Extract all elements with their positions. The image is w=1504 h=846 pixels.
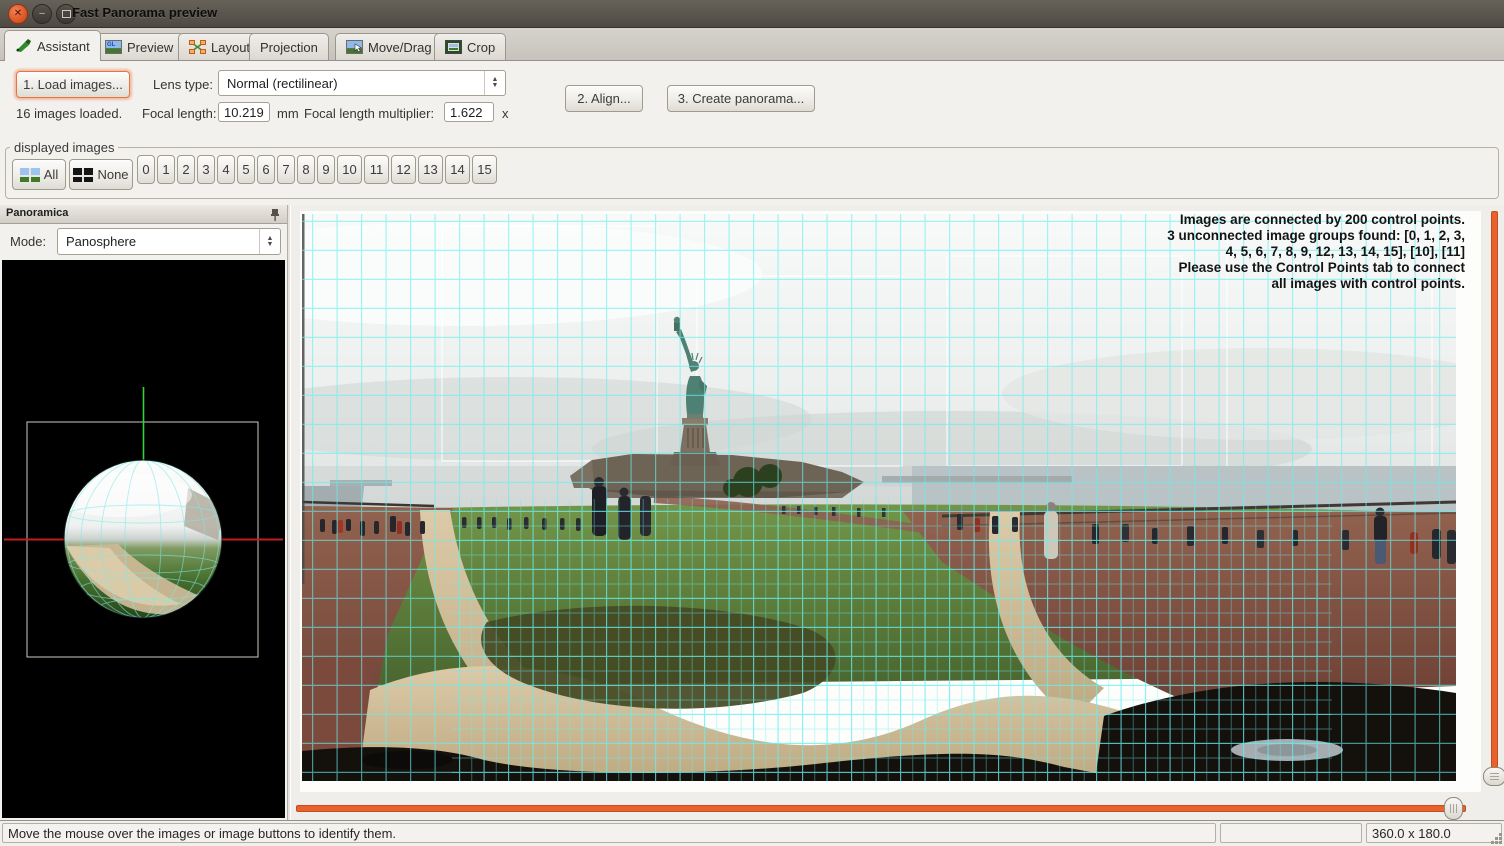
tab-assistant[interactable]: Assistant (4, 30, 101, 61)
image-button-4[interactable]: 4 (217, 155, 235, 184)
focal-multiplier-unit: x (502, 106, 509, 121)
image-button-row: 0 1 2 3 4 5 6 7 8 9 10 11 12 13 14 15 (137, 155, 497, 184)
lens-type-select[interactable]: Normal (rectilinear) ▲▼ (218, 70, 506, 96)
preview-icon: GL (105, 40, 122, 54)
image-button-7[interactable]: 7 (277, 155, 295, 184)
focal-multiplier-input[interactable] (444, 102, 494, 122)
tab-preview[interactable]: GL Preview (94, 33, 184, 60)
none-label: None (97, 167, 128, 182)
window-title: Fast Panorama preview (72, 5, 217, 20)
vfov-slider-track[interactable] (1491, 211, 1498, 785)
focal-length-unit: mm (277, 106, 299, 121)
lens-type-value: Normal (rectilinear) (219, 76, 484, 91)
image-button-10[interactable]: 10 (337, 155, 362, 184)
status-message: Move the mouse over the images or image … (2, 823, 1216, 843)
assistant-icon (15, 39, 32, 53)
tab-label: Move/Drag (368, 40, 432, 55)
pin-icon[interactable] (270, 208, 280, 221)
titlebar: ✕ – Fast Panorama preview (0, 0, 1504, 28)
status-empty-cell (1220, 823, 1362, 843)
panoramica-panel-header: Panoramica (0, 205, 287, 224)
panoramica-title: Panoramica (6, 207, 68, 219)
control-points-warning: Images are connected by 200 control poin… (990, 212, 1465, 292)
close-button[interactable]: ✕ (8, 4, 28, 24)
image-button-9[interactable]: 9 (317, 155, 335, 184)
hfov-slider[interactable] (296, 797, 1472, 819)
tab-label: Layout (211, 40, 250, 55)
layout-icon (189, 40, 206, 54)
move-drag-icon (346, 40, 363, 54)
fine-grid-overlay (452, 499, 1332, 781)
all-label: All (44, 167, 58, 182)
hfov-slider-handle[interactable] (1444, 797, 1463, 820)
image-button-12[interactable]: 12 (391, 155, 416, 184)
vfov-slider[interactable] (1483, 211, 1504, 791)
show-none-button[interactable]: None (69, 159, 133, 190)
tab-bar: Assistant GL Preview Layout Projection M… (0, 28, 1504, 61)
tab-projection[interactable]: Projection (249, 33, 329, 60)
panosphere-render (2, 260, 285, 818)
image-button-15[interactable]: 15 (472, 155, 497, 184)
show-all-button[interactable]: All (12, 159, 66, 190)
vfov-slider-handle[interactable] (1483, 767, 1504, 786)
no-images-icon (73, 168, 93, 182)
image-button-11[interactable]: 11 (364, 155, 389, 184)
image-button-6[interactable]: 6 (257, 155, 275, 184)
tab-crop[interactable]: Crop (434, 33, 506, 60)
load-images-button[interactable]: 1. Load images... (16, 71, 130, 98)
create-panorama-button[interactable]: 3. Create panorama... (667, 85, 815, 112)
image-button-1[interactable]: 1 (157, 155, 175, 184)
all-images-icon (20, 168, 40, 182)
focal-length-label: Focal length: (142, 106, 216, 121)
spinner-arrows-icon[interactable]: ▲▼ (259, 229, 280, 254)
focal-length-input[interactable] (218, 102, 270, 122)
displayed-images-label: displayed images (10, 140, 118, 155)
mode-bar: Mode: Panosphere ▲▼ (0, 224, 287, 260)
align-button[interactable]: 2. Align... (565, 85, 643, 112)
mode-value: Panosphere (58, 234, 259, 249)
image-button-0[interactable]: 0 (137, 155, 155, 184)
fast-panorama-preview-window: { "window": { "title": "Fast Panorama pr… (0, 0, 1504, 846)
tab-label: Assistant (37, 39, 90, 54)
image-button-2[interactable]: 2 (177, 155, 195, 184)
panorama-image[interactable] (302, 214, 1456, 781)
image-button-5[interactable]: 5 (237, 155, 255, 184)
svg-text:GL: GL (107, 42, 116, 48)
focal-multiplier-label: Focal length multiplier: (304, 106, 434, 121)
tab-label: Projection (260, 40, 318, 55)
status-bar: Move the mouse over the images or image … (0, 820, 1504, 846)
minimize-button[interactable]: – (32, 4, 52, 24)
image-button-14[interactable]: 14 (445, 155, 470, 184)
spinner-arrows-icon[interactable]: ▲▼ (484, 71, 505, 95)
image-button-13[interactable]: 13 (418, 155, 443, 184)
tab-label: Preview (127, 40, 173, 55)
mode-select[interactable]: Panosphere ▲▼ (57, 228, 281, 255)
panosphere-canvas[interactable] (2, 260, 285, 818)
crop-icon (445, 40, 462, 54)
tab-move-drag[interactable]: Move/Drag (335, 33, 443, 60)
resize-grip[interactable] (1499, 841, 1502, 844)
tab-label: Crop (467, 40, 495, 55)
hfov-slider-track[interactable] (296, 805, 1466, 812)
lens-type-label: Lens type: (153, 77, 213, 92)
maximize-icon (62, 10, 71, 18)
image-button-3[interactable]: 3 (197, 155, 215, 184)
mode-label: Mode: (10, 234, 46, 249)
image-button-8[interactable]: 8 (297, 155, 315, 184)
images-loaded-text: 16 images loaded. (16, 106, 122, 121)
status-dimensions: 360.0 x 180.0 (1366, 823, 1502, 843)
